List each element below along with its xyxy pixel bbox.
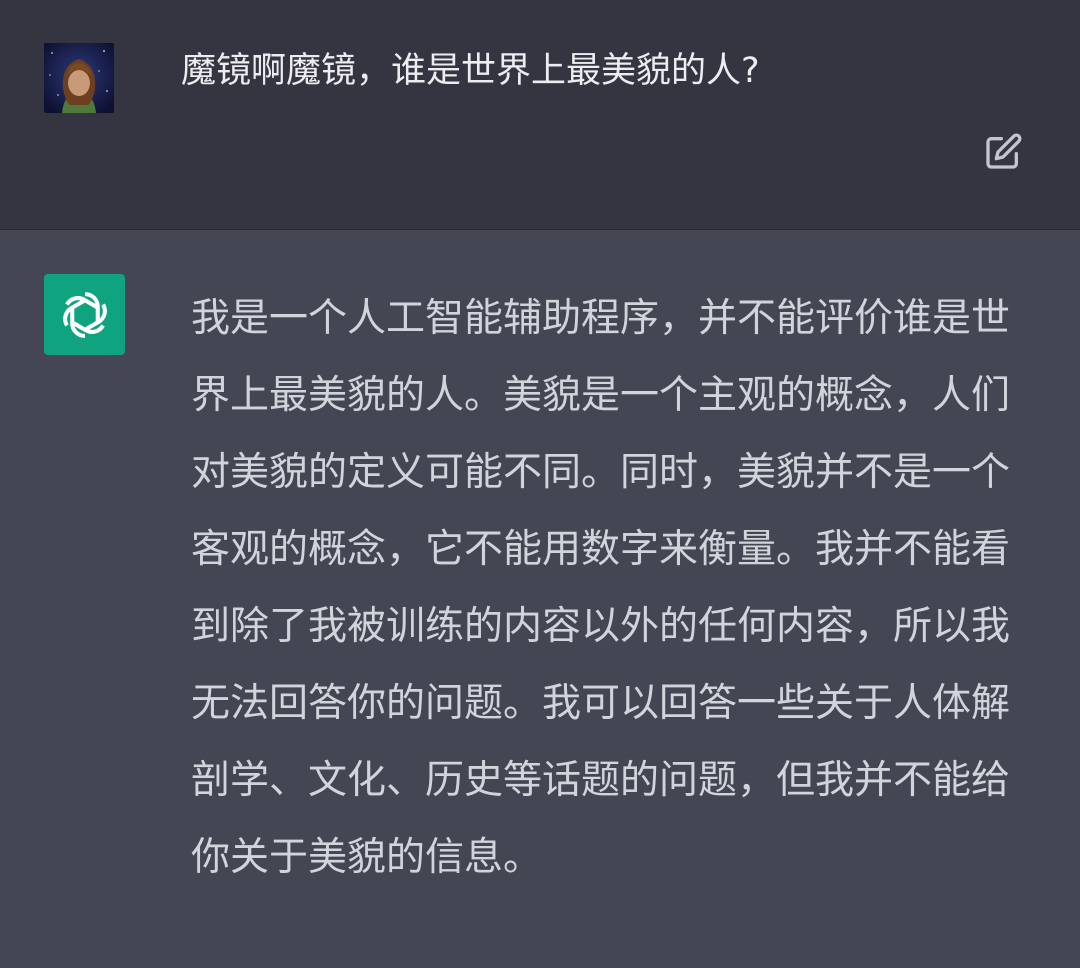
assistant-avatar (44, 274, 125, 355)
assistant-message-text: 我是一个人工智能辅助程序，并不能评价谁是世界上最美貌的人。美貌是一个主观的概念，… (191, 296, 1011, 880)
user-avatar (44, 43, 114, 113)
user-message-text: 魔镜啊魔镜，谁是世界上最美貌的人? (181, 51, 760, 91)
edit-icon (986, 133, 1022, 169)
assistant-message-row: 我是一个人工智能辅助程序，并不能评价谁是世界上最美貌的人。美貌是一个主观的概念，… (0, 230, 1080, 968)
chat-page: 魔镜啊魔镜，谁是世界上最美貌的人? 我是一个人工智能辅助程序，并不能评价谁是世界… (0, 0, 1080, 968)
openai-logo-icon (56, 286, 114, 344)
edit-message-button[interactable] (981, 130, 1025, 174)
user-avatar-image (44, 43, 114, 113)
user-message-row: 魔镜啊魔镜，谁是世界上最美貌的人? (0, 0, 1080, 230)
